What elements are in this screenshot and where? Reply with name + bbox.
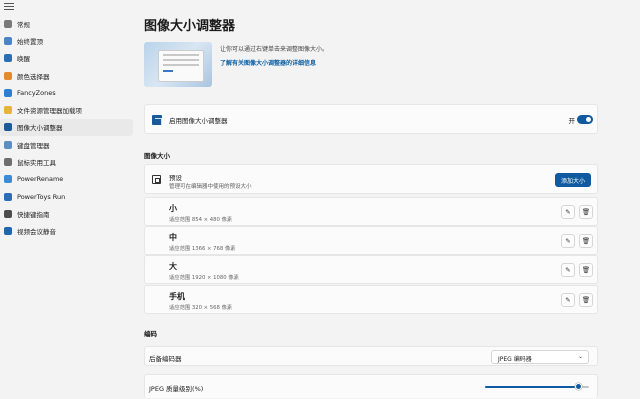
sidebar-item[interactable]: 鼠标实用工具 bbox=[0, 153, 133, 170]
size-dimensions: 适应范围 320 × 568 像素 bbox=[169, 305, 233, 311]
camera-icon bbox=[4, 227, 12, 236]
pencil-icon: ✎ bbox=[565, 296, 571, 304]
delete-button[interactable]: 🗑 bbox=[579, 263, 593, 277]
sidebar-item-label: PowerToys Run bbox=[17, 192, 66, 201]
image-sizes-heading: 图像大小 bbox=[144, 152, 170, 160]
size-dimensions: 适应范围 1366 × 768 像素 bbox=[169, 246, 236, 252]
sidebar-item[interactable]: 唤醒 bbox=[0, 50, 133, 67]
coffee-cup-icon bbox=[4, 54, 12, 63]
mouse-icon bbox=[4, 158, 12, 167]
sidebar-item[interactable]: 始终置顶 bbox=[0, 32, 133, 49]
sidebar-item-label: 颜色选择器 bbox=[17, 72, 50, 81]
run-icon bbox=[4, 192, 12, 201]
size-dimensions: 适应范围 854 × 480 像素 bbox=[169, 217, 233, 223]
resize-icon bbox=[152, 175, 161, 184]
edit-button[interactable]: ✎ bbox=[561, 234, 575, 248]
trash-icon: 🗑 bbox=[581, 266, 591, 274]
size-name: 大 bbox=[169, 262, 177, 271]
main-content: 图像大小调整器 让你可以通过右键单击来调整图像大小。 了解有关图像大小调整器的详… bbox=[136, 0, 640, 399]
home-gear-icon bbox=[4, 19, 12, 28]
trash-icon: 🗑 bbox=[581, 237, 591, 245]
keyboard-icon bbox=[4, 140, 12, 149]
sidebar-item[interactable]: 视频会议静音 bbox=[0, 223, 133, 240]
presets-title: 预设 bbox=[169, 174, 182, 182]
page-title: 图像大小调整器 bbox=[144, 19, 236, 34]
sidebar-item-label: 鼠标实用工具 bbox=[17, 159, 56, 168]
quality-card: JPEG 质量级别(%) bbox=[144, 374, 598, 398]
image-resizer-icon bbox=[152, 115, 162, 125]
sidebar-item-label: PowerRename bbox=[17, 175, 64, 184]
enable-card: 启用图像大小调整器 开 bbox=[144, 104, 598, 134]
quality-label: JPEG 质量级别(%) bbox=[149, 385, 204, 393]
size-name: 中 bbox=[169, 233, 177, 242]
sidebar-item-label: 视频会议静音 bbox=[17, 228, 56, 237]
pencil-icon: ✎ bbox=[565, 266, 571, 274]
sidebar-item[interactable]: 图像大小调整器 bbox=[0, 118, 133, 137]
enable-toggle[interactable] bbox=[577, 115, 593, 124]
quality-slider-fill bbox=[485, 386, 579, 388]
add-size-button[interactable]: 添加大小 bbox=[555, 173, 591, 187]
edit-button[interactable]: ✎ bbox=[561, 263, 575, 277]
learn-more-link[interactable]: 了解有关图像大小调整器的详细信息 bbox=[220, 58, 316, 67]
sidebar-item-label: 键盘管理器 bbox=[17, 141, 50, 150]
sidebar-item[interactable]: 常规 bbox=[0, 15, 133, 32]
chevron-down-icon: ⌄ bbox=[577, 353, 583, 360]
size-dimensions: 适应范围 1920 × 1080 像素 bbox=[169, 275, 239, 281]
size-row: 中适应范围 1366 × 768 像素 ✎ 🗑 bbox=[144, 226, 598, 255]
encoder-card: 后备编码器 JPEG 编码器 ⌄ bbox=[144, 346, 598, 366]
sidebar-item[interactable]: 快捷键指南 bbox=[0, 205, 133, 222]
sidebar-item-label: 始终置顶 bbox=[17, 37, 43, 46]
encoder-select-value: JPEG 编码器 bbox=[498, 356, 532, 363]
shortcut-guide-icon bbox=[4, 209, 12, 218]
delete-button[interactable]: 🗑 bbox=[579, 234, 593, 248]
presets-subtitle: 管理可在编辑器中使用的预设大小 bbox=[169, 184, 252, 190]
quality-slider-thumb[interactable] bbox=[575, 383, 583, 390]
sidebar-nav: 常规始终置顶唤醒颜色选择器 FancyZones 文件资源管理器加载项 图像大小调整器… bbox=[0, 15, 136, 240]
sidebar-item[interactable]: 颜色选择器 bbox=[0, 67, 133, 84]
hero-image bbox=[144, 42, 212, 87]
presets-card: 预设 管理可在编辑器中使用的预设大小 添加大小 bbox=[144, 164, 598, 194]
menu-icon[interactable] bbox=[4, 3, 14, 11]
size-row: 手机适应范围 320 × 568 像素 ✎ 🗑 bbox=[144, 285, 598, 314]
size-name: 小 bbox=[169, 204, 177, 213]
sidebar-item-label: 文件资源管理器加载项 bbox=[17, 107, 82, 116]
edit-button[interactable]: ✎ bbox=[561, 293, 575, 307]
pin-icon bbox=[4, 36, 12, 45]
trash-icon: 🗑 bbox=[581, 208, 591, 216]
fancyzones-icon bbox=[4, 88, 12, 97]
sidebar-item[interactable]: 文件资源管理器加载项 bbox=[0, 101, 133, 118]
sidebar-item[interactable]: FancyZones bbox=[0, 84, 133, 101]
encoding-heading: 编码 bbox=[144, 330, 157, 338]
sidebar: 常规始终置顶唤醒颜色选择器 FancyZones 文件资源管理器加载项 图像大小调整器… bbox=[0, 0, 136, 399]
pencil-icon: ✎ bbox=[565, 208, 571, 216]
size-row: 小适应范围 854 × 480 像素 ✎ 🗑 bbox=[144, 197, 598, 226]
sidebar-item-label: 唤醒 bbox=[17, 55, 30, 64]
rename-icon bbox=[4, 175, 12, 184]
folder-icon bbox=[4, 106, 12, 115]
toggle-state-text: 开 bbox=[568, 117, 576, 125]
encoder-label: 后备编码器 bbox=[149, 355, 182, 363]
sidebar-item-label: FancyZones bbox=[17, 88, 56, 97]
delete-button[interactable]: 🗑 bbox=[579, 205, 593, 219]
color-picker-icon bbox=[4, 71, 12, 80]
size-row: 大适应范围 1920 × 1080 像素 ✎ 🗑 bbox=[144, 255, 598, 284]
sidebar-item[interactable]: PowerToys Run bbox=[0, 188, 133, 205]
image-resizer-icon bbox=[4, 123, 12, 132]
sidebar-item-label: 图像大小调整器 bbox=[17, 124, 63, 133]
encoder-select[interactable]: JPEG 编码器 ⌄ bbox=[491, 350, 589, 364]
sidebar-item[interactable]: 键盘管理器 bbox=[0, 136, 133, 153]
enable-label: 启用图像大小调整器 bbox=[169, 117, 228, 125]
sidebar-item[interactable]: PowerRename bbox=[0, 171, 133, 188]
pencil-icon: ✎ bbox=[565, 237, 571, 245]
hero-description: 让你可以通过右键单击来调整图像大小。 bbox=[220, 46, 329, 53]
size-name: 手机 bbox=[169, 292, 185, 301]
sidebar-item-label: 快捷键指南 bbox=[17, 210, 50, 219]
edit-button[interactable]: ✎ bbox=[561, 205, 575, 219]
sidebar-item-label: 常规 bbox=[17, 20, 30, 29]
delete-button[interactable]: 🗑 bbox=[579, 293, 593, 307]
trash-icon: 🗑 bbox=[581, 296, 591, 304]
quality-slider[interactable] bbox=[485, 383, 589, 390]
